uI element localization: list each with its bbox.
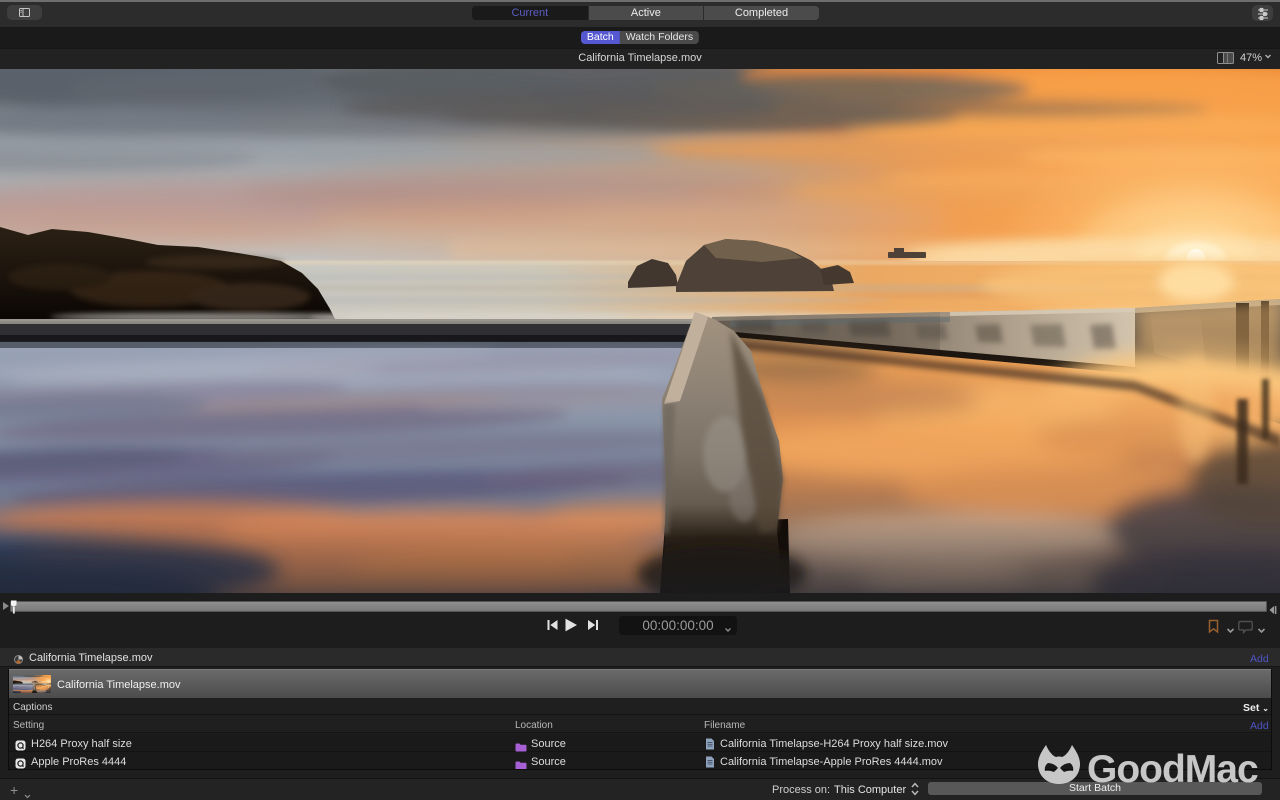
- svg-text:GoodMac: GoodMac: [1087, 748, 1258, 791]
